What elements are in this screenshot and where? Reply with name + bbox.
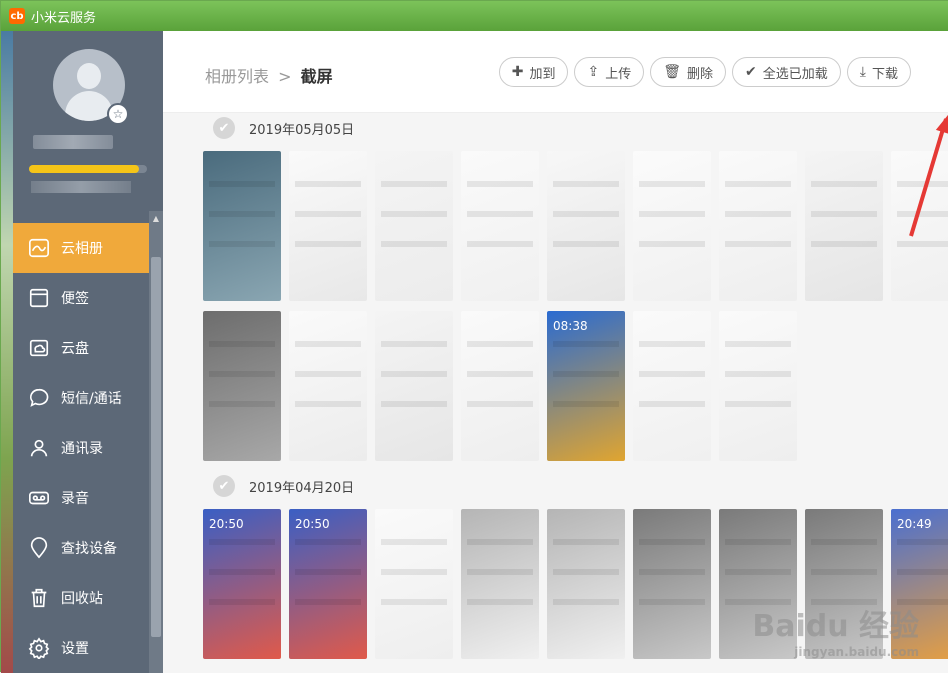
screenshot-thumbnail[interactable]	[633, 151, 711, 301]
window-title: 小米云服务	[31, 10, 97, 26]
screenshot-thumbnail[interactable]: 20:50	[203, 509, 281, 659]
screenshot-thumbnail[interactable]: 20:50	[289, 509, 367, 659]
vip-badge-icon: ☆	[107, 103, 129, 125]
upload-button[interactable]: ⇪ 上传	[574, 57, 645, 87]
toolbar: ✚ 加到 ⇪ 上传 🗑 删除 ✔ 全选已加载 ⤓ 下载	[498, 57, 911, 87]
thumbnail-time: 20:50	[209, 517, 244, 531]
annotation-arrow	[909, 111, 948, 237]
sidebar-item-label: 便签	[61, 291, 89, 307]
group-select-check-icon[interactable]: ✔	[213, 475, 235, 497]
photo-album-icon	[27, 236, 51, 260]
app-logo-icon: cb	[9, 8, 25, 24]
screenshot-thumbnail[interactable]	[461, 151, 539, 301]
group-date: 2019年05月05日	[249, 122, 355, 138]
sidebar-item-sms-calls[interactable]: 短信/通话	[13, 373, 149, 423]
thumbnail-time: 08:38	[553, 319, 588, 333]
title-bar[interactable]: cb 小米云服务	[1, 1, 948, 31]
download-button[interactable]: ⤓ 下载	[846, 57, 911, 87]
sidebar-nav: 云相册 便签 云盘 短信/通话 通讯录 录音 查找设备 回收站 设置	[13, 223, 149, 673]
sidebar-item-cloud-drive[interactable]: 云盘	[13, 323, 149, 373]
sidebar-item-label: 云相册	[61, 241, 103, 257]
gear-icon	[27, 636, 51, 660]
select-all-label: 全选已加载	[762, 66, 828, 82]
select-all-loaded-button[interactable]: ✔ 全选已加载	[732, 57, 841, 87]
plus-icon: ✚	[511, 64, 524, 80]
sidebar-item-label: 设置	[61, 641, 89, 657]
check-icon: ✔	[745, 64, 757, 80]
storage-quota-bar	[29, 165, 147, 173]
cloud-drive-icon	[27, 336, 51, 360]
screenshot-thumbnail[interactable]	[805, 151, 883, 301]
screenshot-thumbnail[interactable]	[375, 311, 453, 461]
sidebar-item-label: 云盘	[61, 341, 89, 357]
scroll-up-icon[interactable]: ▲	[149, 211, 163, 227]
desktop-background-strip	[1, 31, 13, 673]
thumbnail-time: 20:50	[295, 517, 330, 531]
screenshot-thumbnail[interactable]	[633, 509, 711, 659]
main-panel: 相册列表 > 截屏 ✚ 加到 ⇪ 上传 🗑 删除 ✔ 全选已加载 ⤓ 下载 ✔ 2019年…	[163, 31, 948, 673]
screenshot-thumbnail[interactable]	[633, 311, 711, 461]
location-pin-icon	[27, 536, 51, 560]
group-date: 2019年04月20日	[249, 480, 355, 496]
breadcrumb-separator: >	[278, 67, 292, 86]
note-icon	[27, 286, 51, 310]
thumbnail-time: 20:49	[897, 517, 932, 531]
screenshot-thumbnail[interactable]	[719, 151, 797, 301]
screenshot-thumbnail[interactable]	[719, 311, 797, 461]
sidebar-item-contacts[interactable]: 通讯录	[13, 423, 149, 473]
screenshot-thumbnail[interactable]	[547, 151, 625, 301]
screenshot-thumbnail[interactable]: 08:38	[547, 311, 625, 461]
screenshot-thumbnail[interactable]	[375, 509, 453, 659]
screenshot-thumbnail[interactable]	[461, 311, 539, 461]
storage-quota-text-blurred	[31, 181, 131, 193]
upload-icon: ⇪	[587, 64, 600, 80]
breadcrumb-current: 截屏	[300, 67, 333, 86]
screenshot-thumbnail[interactable]	[203, 311, 281, 461]
date-group-header: ✔ 2019年04月20日	[213, 475, 354, 497]
sidebar-item-cloud-album[interactable]: 云相册	[13, 223, 149, 273]
upload-label: 上传	[605, 66, 632, 82]
content-header: 相册列表 > 截屏 ✚ 加到 ⇪ 上传 🗑 删除 ✔ 全选已加载 ⤓ 下载	[163, 31, 948, 113]
app-window: cb 小米云服务 ☆ 云相册 便签 云盘 短信/通话 通讯录 录音 查找设备 回…	[0, 0, 948, 673]
screenshot-thumbnail[interactable]	[375, 151, 453, 301]
sidebar-item-notes[interactable]: 便签	[13, 273, 149, 323]
download-label: 下载	[871, 66, 898, 82]
trash-icon: 🗑	[663, 64, 682, 80]
screenshot-thumbnail[interactable]	[289, 311, 367, 461]
contacts-icon	[27, 436, 51, 460]
chat-icon	[27, 386, 51, 410]
sidebar-item-recycle-bin[interactable]: 回收站	[13, 573, 149, 623]
sidebar-item-label: 通讯录	[61, 441, 103, 457]
breadcrumb-parent[interactable]: 相册列表	[205, 67, 269, 86]
sidebar-scrollbar[interactable]: ▲	[149, 211, 163, 673]
screenshot-thumbnail[interactable]	[547, 509, 625, 659]
breadcrumb: 相册列表 > 截屏	[205, 63, 333, 87]
sidebar-item-label: 查找设备	[61, 541, 117, 557]
recorder-icon	[27, 486, 51, 510]
screenshot-thumbnail[interactable]	[203, 151, 281, 301]
add-to-label: 加到	[529, 66, 556, 82]
sidebar: ☆ 云相册 便签 云盘 短信/通话 通讯录 录音 查找设备 回收站 设置 ▲	[13, 31, 163, 673]
sidebar-item-settings[interactable]: 设置	[13, 623, 149, 673]
trash-icon	[27, 586, 51, 610]
add-to-button[interactable]: ✚ 加到	[498, 57, 569, 87]
sidebar-item-recorder[interactable]: 录音	[13, 473, 149, 523]
username-blurred	[33, 135, 113, 149]
photo-grid: ✔ 2019年05月05日 ✔ 2019年04月20日 08:38 20:50 20…	[163, 113, 948, 673]
profile-panel: ☆	[13, 31, 163, 209]
screenshot-thumbnail[interactable]	[289, 151, 367, 301]
date-group-header: ✔ 2019年05月05日	[213, 117, 354, 139]
group-select-check-icon[interactable]: ✔	[213, 117, 235, 139]
sidebar-item-label: 回收站	[61, 591, 103, 607]
sidebar-item-label: 录音	[61, 491, 89, 507]
delete-label: 删除	[687, 66, 714, 82]
sidebar-item-label: 短信/通话	[61, 391, 122, 407]
screenshot-thumbnail[interactable]	[461, 509, 539, 659]
baidu-watermark-logo: Baidu 经验 jingyan.baidu.com	[752, 609, 919, 659]
sidebar-item-find-device[interactable]: 查找设备	[13, 523, 149, 573]
download-icon: ⤓	[859, 64, 866, 80]
delete-button[interactable]: 🗑 删除	[650, 57, 727, 87]
scroll-thumb[interactable]	[151, 257, 161, 637]
